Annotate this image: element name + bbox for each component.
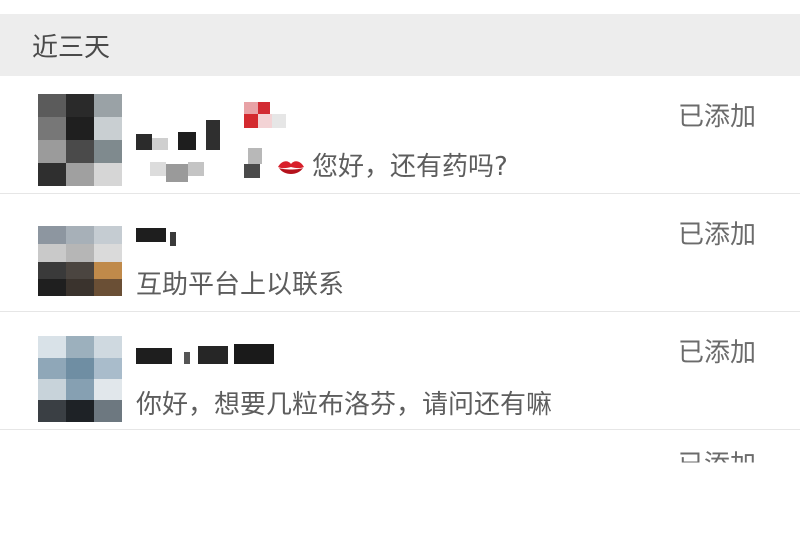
status-added: 已添加 [677, 102, 756, 132]
top-edge [0, 0, 800, 14]
friend-request-row[interactable]: 您好，还有药吗? 已添加 [0, 76, 800, 194]
pixelated-name [136, 344, 274, 364]
section-title: 近三天 [32, 32, 111, 63]
avatar[interactable] [38, 94, 122, 186]
status-added: 已添加 [677, 338, 756, 368]
pixelated-avatar-image [38, 336, 122, 422]
request-message: 你好，想要几粒布洛芬，请问还有嘛 [136, 390, 553, 420]
section-header: 近三天 [0, 14, 800, 76]
request-message: 互助平台上以联系 [136, 270, 345, 300]
status-added: 已添加 [677, 220, 756, 250]
kiss-mark-icon [278, 161, 304, 174]
friend-request-row[interactable]: 你好，想要几粒布洛芬，请问还有嘛 已添加 [0, 312, 800, 430]
request-message: 您好，还有药吗? [312, 152, 508, 182]
avatar[interactable] [38, 226, 122, 296]
friend-request-row[interactable]: 互助平台上以联系 已添加 [0, 194, 800, 312]
avatar[interactable] [38, 336, 122, 422]
pixelated-avatar-image [38, 226, 122, 296]
status-added: 已添加 [677, 450, 756, 480]
friend-request-row[interactable]: 已添加 [0, 430, 800, 548]
pixelated-avatar-image [38, 94, 122, 186]
pixelated-name [136, 228, 176, 246]
